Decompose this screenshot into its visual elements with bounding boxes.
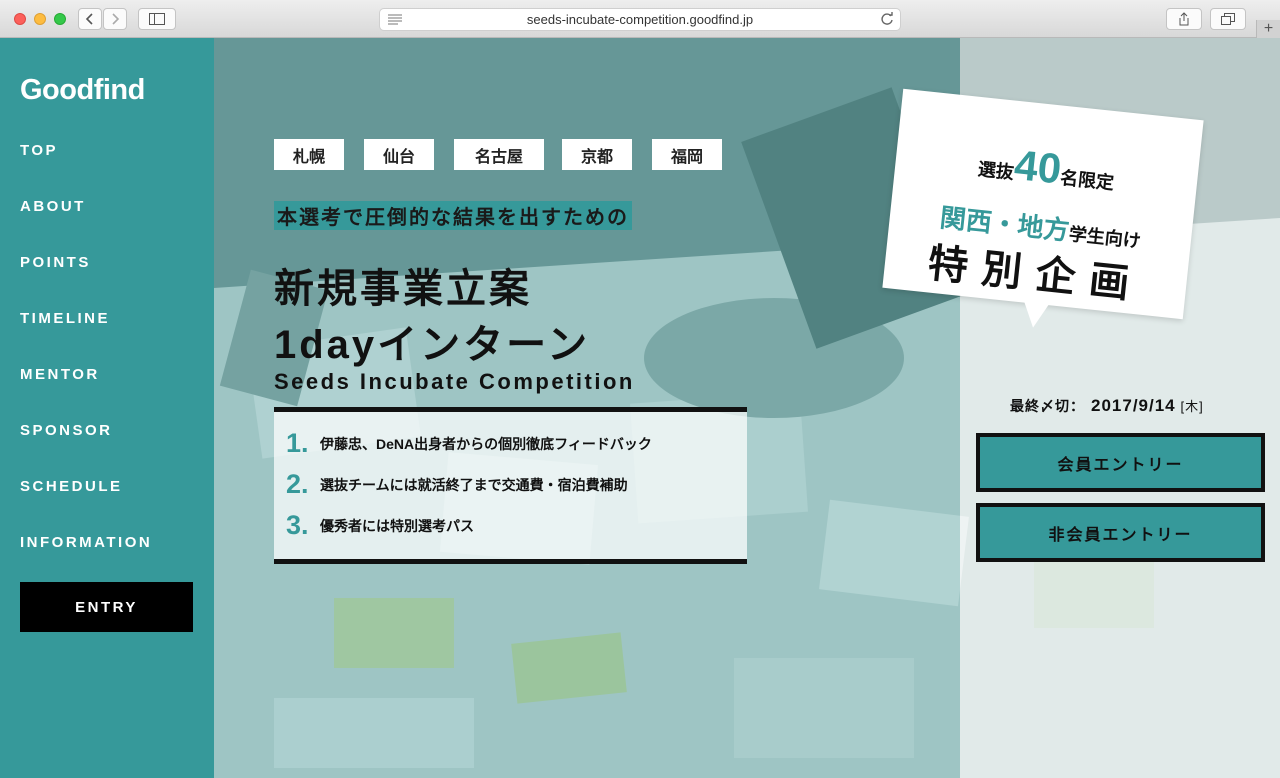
sidebar-item-about[interactable]: ABOUT (20, 198, 86, 215)
card-limit-post: 名限定 (1059, 167, 1115, 194)
forward-button[interactable] (103, 8, 127, 30)
city-tag-nagoya: 名古屋 (454, 139, 544, 170)
sidebar-item-timeline[interactable]: TIMELINE (20, 310, 110, 327)
point-number: 2. (286, 469, 309, 499)
city-tag-fukuoka: 福岡 (652, 139, 722, 170)
point-text: 伊藤忠、DeNA出身者からの個別徹底フィードバック (320, 435, 652, 452)
url-text: seeds-incubate-competition.goodfind.jp (526, 12, 754, 27)
card-limit-number: 40 (1012, 140, 1064, 193)
point-text: 優秀者には特別選考パス (320, 517, 474, 534)
point-text: 選抜チームには就活終了まで交通費・宿泊費補助 (320, 476, 628, 493)
sidebar: Goodfind TOP ABOUT POINTS TIMELINE MENTO… (0, 38, 214, 778)
sidebar-item-mentor[interactable]: MENTOR (20, 366, 100, 383)
hero-title-line2: 1dayインターン (274, 323, 591, 367)
card-limit-text: 選抜40名限定 (894, 129, 1199, 208)
tabs-icon (1221, 13, 1235, 25)
deadline-text: 最終〆切： 2017/9/14 [木] (1010, 396, 1204, 416)
points-box: 1. 伊藤忠、DeNA出身者からの個別徹底フィードバック 2. 選抜チームには就… (274, 407, 747, 564)
sidebar-entry-button[interactable]: ENTRY (20, 582, 193, 632)
deadline-date: 2017/9/14 (1091, 396, 1176, 415)
card-limit-pre: 選抜 (976, 159, 1015, 183)
point-number: 3. (286, 510, 309, 540)
reader-icon[interactable] (388, 14, 402, 25)
point-item: 2. 選抜チームには就活終了まで交通費・宿泊費補助 (286, 469, 628, 500)
logo[interactable]: Goodfind (20, 74, 145, 107)
back-button[interactable] (78, 8, 102, 30)
share-button[interactable] (1166, 8, 1202, 30)
minimize-window-button[interactable] (34, 13, 46, 25)
sidebar-icon (149, 13, 165, 25)
address-bar[interactable]: seeds-incubate-competition.goodfind.jp (379, 8, 901, 31)
hero: 札幌 仙台 名古屋 京都 福岡 本選考で圧倒的な結果を出すための 新規事業立案 … (214, 38, 1280, 778)
sidebar-item-points[interactable]: POINTS (20, 254, 91, 271)
hero-english-title: Seeds Incubate Competition (274, 369, 635, 394)
zoom-window-button[interactable] (54, 13, 66, 25)
hero-title-line1: 新規事業立案 (274, 267, 532, 311)
point-number: 1. (286, 428, 309, 458)
deadline-day-of-week: [木] (1180, 399, 1204, 414)
point-item: 3. 優秀者には特別選考パス (286, 510, 474, 541)
deadline-label: 最終〆切： (1010, 398, 1085, 414)
sidebar-item-top[interactable]: TOP (20, 142, 58, 159)
nonmember-entry-button[interactable]: 非会員エントリー (976, 503, 1265, 562)
share-icon (1179, 12, 1189, 26)
hero-subcopy: 本選考で圧倒的な結果を出すための (274, 201, 632, 230)
new-tab-button[interactable]: + (1256, 20, 1280, 38)
sidebar-item-sponsor[interactable]: SPONSOR (20, 422, 113, 439)
chevron-right-icon (112, 13, 120, 25)
sidebar-item-schedule[interactable]: SCHEDULE (20, 478, 123, 495)
city-tag-kyoto: 京都 (562, 139, 632, 170)
special-offer-card: 選抜40名限定 関西・地方学生向け 特別企画 (882, 88, 1204, 330)
city-tag-sapporo: 札幌 (274, 139, 344, 170)
chevron-left-icon (85, 13, 93, 25)
sidebar-item-information[interactable]: INFORMATION (20, 534, 152, 551)
card-speech-tail (1021, 300, 1050, 330)
tabs-overview-button[interactable] (1210, 8, 1246, 30)
close-window-button[interactable] (14, 13, 26, 25)
point-item: 1. 伊藤忠、DeNA出身者からの個別徹底フィードバック (286, 428, 652, 459)
member-entry-button[interactable]: 会員エントリー (976, 433, 1265, 492)
browser-toolbar: seeds-incubate-competition.goodfind.jp + (0, 0, 1280, 38)
reload-icon[interactable] (880, 12, 894, 26)
sidebar-toggle-button[interactable] (138, 8, 176, 30)
city-tag-sendai: 仙台 (364, 139, 434, 170)
plus-icon: + (1263, 20, 1274, 37)
